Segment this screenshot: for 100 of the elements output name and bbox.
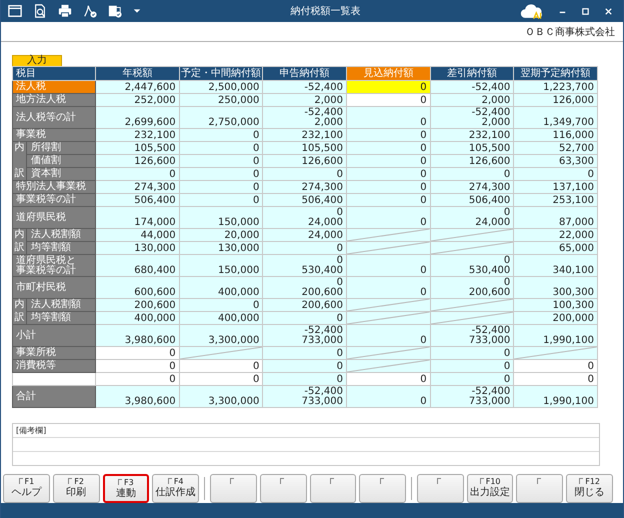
table-cell: 22,000 [514, 228, 598, 242]
row-label-field[interactable] [12, 372, 96, 386]
table-cell: 2,000 [262, 94, 346, 106]
row-label: 小計 [12, 324, 96, 346]
table-cell: 0 [346, 154, 430, 168]
function-key[interactable]: F2 印刷 [52, 474, 100, 503]
row-label: 合計 [12, 386, 96, 408]
table-cell: 0 200,600 [262, 276, 346, 298]
table-cell: 506,400 [262, 194, 346, 206]
table-cell: 1,990,100 [514, 324, 598, 346]
input-cell[interactable]: 0 [346, 80, 430, 94]
table-cell: -52,400 733,000 [430, 386, 514, 408]
table-cell: 274,300 [430, 180, 514, 194]
input-cell[interactable]: 0 [179, 372, 263, 386]
company-name: ＯＢＣ商事株式会社 [525, 26, 615, 38]
cloud-icon[interactable] [520, 2, 544, 20]
table-cell: 3,980,600 [96, 386, 180, 408]
row-label: 法人税割額 [26, 298, 96, 312]
table-cell: 0 [346, 254, 430, 276]
table-cell: 0 [179, 154, 263, 168]
table-cell: 87,000 [514, 206, 598, 228]
table-cell: 0 [430, 346, 514, 360]
table-cell: 137,100 [514, 180, 598, 194]
table-cell: 130,000 [179, 242, 263, 254]
table-cell: 0 [346, 180, 430, 194]
table-cell: -52,400 733,000 [262, 386, 346, 408]
column-header: 申告納付額 [262, 66, 346, 80]
table-cell: 0 [179, 142, 263, 154]
window-icon[interactable] [8, 4, 22, 18]
input-cell[interactable]: 0 [346, 372, 430, 386]
table-cell: 680,400 [96, 254, 180, 276]
table-cell: 100,300 [514, 298, 598, 312]
table-cell: 0 24,000 [262, 206, 346, 228]
input-cell[interactable]: 0 [514, 360, 598, 372]
table-cell: 0 [346, 206, 430, 228]
preview-icon[interactable] [33, 4, 47, 18]
group-mark: 訳 [14, 312, 24, 323]
table-cell: 300,300 [514, 276, 598, 298]
maximize-icon[interactable] [581, 6, 590, 16]
function-key[interactable]: F4 仕訳作成 [152, 474, 200, 503]
table-cell: 0 [514, 168, 598, 180]
table-cell: 3,980,600 [96, 324, 180, 346]
input-cell[interactable]: 0 [346, 94, 430, 106]
remarks-field[interactable]: [備考欄] [12, 423, 600, 466]
table-cell: 0 [430, 168, 514, 180]
table-cell: 150,000 [179, 254, 263, 276]
table-cell: 105,500 [262, 142, 346, 154]
input-cell[interactable]: 0 [96, 372, 180, 386]
table-cell: 2,750,000 [179, 106, 263, 128]
table-cell: 65,000 [514, 242, 598, 254]
function-key[interactable]: F3 連動 [102, 474, 150, 503]
table-cell: 506,400 [96, 194, 180, 206]
column-header: 差引納付額 [430, 66, 514, 80]
table-cell: -52,400 [262, 80, 346, 94]
input-cell[interactable]: 0 [96, 346, 180, 360]
table-cell: 24,000 [262, 228, 346, 242]
table-cell: 340,100 [514, 254, 598, 276]
table-cell: 253,100 [514, 194, 598, 206]
column-header: 翌期予定納付額 [514, 66, 598, 80]
row-label: 法人税 [12, 80, 96, 94]
group-mark: 内 [14, 229, 24, 240]
table-cell: 0 [346, 324, 430, 346]
printer-icon[interactable] [58, 4, 72, 18]
table-cell: 44,000 [96, 228, 180, 242]
table-cell: 0 [346, 386, 430, 408]
table-cell: 174,000 [96, 206, 180, 228]
table-cell: 0 [430, 360, 514, 372]
table-cell: 2,500,000 [179, 80, 263, 94]
function-key[interactable]: F12 閉じる [566, 474, 613, 503]
input-cell[interactable]: 0 [179, 360, 263, 372]
close-icon[interactable] [604, 6, 613, 16]
table-cell: 20,000 [179, 228, 263, 242]
row-label: 事業税 [12, 128, 96, 142]
table-cell: 1,349,700 [514, 106, 598, 128]
table-cell: 400,000 [96, 312, 180, 324]
input-cell[interactable]: 0 [96, 360, 180, 372]
table-cell: 274,300 [262, 180, 346, 194]
input-cell[interactable]: 0 [514, 372, 598, 386]
row-label: 均等割額 [26, 242, 96, 254]
function-key[interactable]: F10 出力設定 [466, 474, 514, 503]
function-key[interactable]: F1 ヘルプ [3, 474, 50, 503]
table-cell: 200,600 [262, 298, 346, 312]
column-header: 予定・中間納付額 [179, 66, 263, 80]
table-cell: 2,000 [430, 94, 514, 106]
row-label: 消費税等 [12, 360, 96, 372]
dropdown-icon[interactable] [133, 8, 141, 14]
row-label: 事業税等の計 [16, 264, 76, 276]
table-cell: 232,100 [96, 128, 180, 142]
table-cell: 0 530,400 [430, 254, 514, 276]
table-cell: 3,300,000 [179, 386, 263, 408]
input-tab[interactable]: 入力 [12, 55, 62, 66]
table-cell: 126,600 [96, 154, 180, 168]
group-mark: 内 [14, 142, 24, 154]
group-mark: 内 [14, 299, 24, 310]
table-cell: 232,100 [262, 128, 346, 142]
table-cell: 0 [179, 298, 263, 312]
row-label: 資本割 [26, 168, 96, 180]
table-cell: 0 [179, 128, 263, 142]
table-cell: 274,300 [96, 180, 180, 194]
row-label: 特別法人事業税 [12, 180, 96, 194]
